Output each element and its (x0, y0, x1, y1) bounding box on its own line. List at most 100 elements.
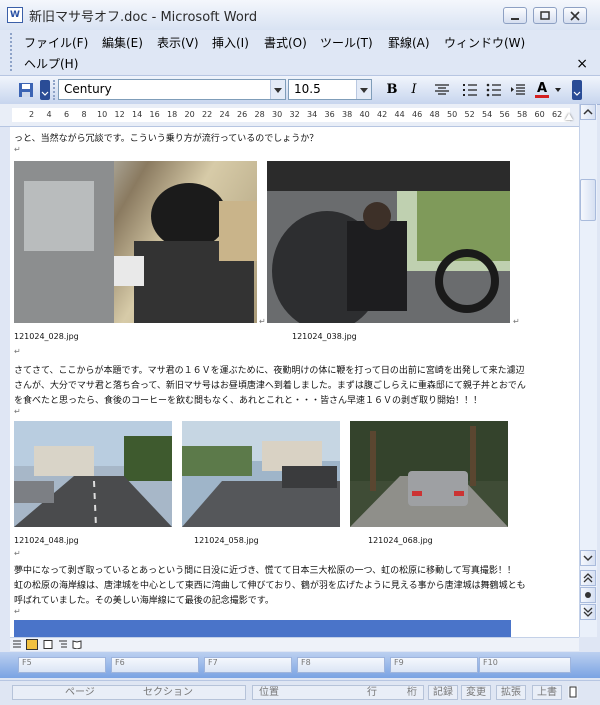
photo-road-motion-illustration (182, 421, 340, 527)
status-page: ページ (65, 687, 95, 698)
status-overwrite[interactable]: 上書 (532, 685, 562, 700)
fkey-f6[interactable]: F6 (111, 657, 199, 673)
vertical-scrollbar[interactable] (579, 104, 597, 637)
menu-view[interactable]: 表示(V) (157, 34, 199, 51)
indent-icon (511, 84, 525, 95)
fkey-f8[interactable]: F8 (297, 657, 385, 673)
fkey-f7[interactable]: F7 (204, 657, 292, 673)
font-name-combo[interactable]: Century (58, 79, 286, 100)
maximize-button[interactable] (533, 7, 557, 24)
ruler-number: 52 (464, 110, 475, 119)
minimize-button[interactable] (503, 7, 527, 24)
maximize-icon (540, 11, 550, 20)
fkey-f10[interactable]: F10 (479, 657, 571, 673)
ruler-number: 12 (114, 110, 125, 119)
ruler-number: 32 (289, 110, 300, 119)
print-layout-view-icon[interactable] (43, 640, 53, 649)
outline-view-icon[interactable] (58, 640, 68, 649)
font-color-swatch (535, 95, 549, 98)
minimize-icon (511, 18, 519, 20)
italic-button[interactable]: I (404, 80, 424, 100)
status-track-changes[interactable]: 変更 (461, 685, 491, 700)
paragraph3-line1: 夢中になって剥ぎ取っているとあっという間に日没に近づき、慌てて日本三大松原の一つ… (14, 566, 516, 576)
font-color-button[interactable]: A (532, 80, 552, 100)
ruler-number: 46 (412, 110, 423, 119)
numbered-list-button[interactable] (460, 80, 480, 100)
paragraph2-line1: さてさて、ここからが本題です。マサ君の１６Ｖを運ぶために、夜勤明けの体に鞭を打っ… (14, 366, 525, 376)
word-app-icon[interactable]: W (7, 7, 23, 23)
ruler-number: 58 (517, 110, 528, 119)
ruler-number: 10 (97, 110, 108, 119)
menu-grip (10, 33, 14, 71)
status-position-label: 位置 (259, 687, 279, 698)
font-size-dropdown-arrow[interactable] (356, 80, 371, 99)
scroll-thumb[interactable] (580, 179, 596, 221)
fkey-f5[interactable]: F5 (18, 657, 106, 673)
caption-048: 121024_048.jpg (14, 536, 79, 545)
caption-068: 121024_068.jpg (368, 536, 433, 545)
close-window-button[interactable] (563, 7, 587, 24)
paragraph-mark: ↵ (14, 407, 21, 416)
web-layout-view-icon[interactable] (26, 639, 38, 650)
normal-view-icon[interactable] (12, 640, 22, 649)
browse-object-button[interactable] (580, 587, 596, 603)
ruler-number: 18 (167, 110, 178, 119)
menu-tools[interactable]: ツール(T) (320, 34, 373, 51)
ruler-number: 26 (237, 110, 248, 119)
paragraph3-line2: 虹の松原の海岸線は、唐津城を中心として東西に湾曲して伸びており、鶴が羽を広げたよ… (14, 581, 526, 591)
ruler-number: 4 (46, 110, 52, 119)
menu-format[interactable]: 書式(O) (264, 34, 307, 51)
right-indent-marker[interactable] (565, 113, 573, 120)
status-record[interactable]: 記録 (428, 685, 458, 700)
ruler-number: 30 (272, 110, 283, 119)
ruler-number: 14 (132, 110, 143, 119)
photo-121024-038 (267, 161, 510, 323)
toolbar-overflow-button[interactable] (572, 80, 582, 100)
document-page[interactable]: っと、当然ながら冗談です。こういう乗り方が流行っているのでしょうか？ ↵ ↵ ↵… (10, 127, 579, 637)
menu-window[interactable]: ウィンドウ(W) (444, 34, 525, 51)
floppy-disk-icon (19, 83, 33, 97)
bullet-list-button[interactable] (484, 80, 504, 100)
status-spelling[interactable] (568, 686, 578, 699)
font-name-dropdown-arrow[interactable] (270, 80, 285, 99)
fkey-f9[interactable]: F9 (390, 657, 478, 673)
menu-table[interactable]: 罫線(A) (388, 34, 430, 51)
previous-page-button[interactable] (580, 570, 596, 586)
photo-street-illustration (14, 421, 172, 527)
toolbar-options-button[interactable] (40, 80, 50, 100)
arrow-down-icon (583, 555, 593, 562)
font-size-combo[interactable]: 10.5 (288, 79, 372, 100)
view-buttons-bar (10, 637, 579, 651)
font-color-dropdown-arrow[interactable] (555, 88, 561, 92)
paragraph2-line3: を食べたと思ったら、食後のコーヒーを飲む間もなく、あれとこれと・・・皆さん早速１… (14, 396, 483, 406)
status-page-section: ページ セクション (12, 685, 246, 700)
photo-car-interior-illustration (267, 161, 510, 323)
indent-button[interactable] (508, 80, 528, 100)
ruler-number: 50 (447, 110, 458, 119)
reading-view-icon[interactable] (72, 640, 82, 649)
window-title: 新旧マサ号オフ.doc - Microsoft Word (29, 10, 258, 25)
menu-help[interactable]: ヘルプ(H) (24, 55, 78, 72)
menu-file[interactable]: ファイル(F) (24, 34, 88, 51)
horizontal-ruler[interactable]: 2 4 6 8 10 12 14 16 18 20 22 24 26 28 30 32 34 36 38 40 42 44… (0, 104, 580, 127)
menu-edit[interactable]: 編集(E) (102, 34, 143, 51)
menu-insert[interactable]: 挿入(I) (212, 34, 249, 51)
photo-refuel-illustration (14, 161, 257, 323)
next-page-button[interactable] (580, 604, 596, 620)
toolbar-grip (53, 80, 57, 100)
font-size-value: 10.5 (294, 82, 321, 96)
ruler-number: 40 (359, 110, 370, 119)
numbered-list-icon (463, 84, 477, 96)
caption-028: 121024_028.jpg (14, 332, 79, 341)
photo-121024-058 (182, 421, 340, 527)
center-align-button[interactable] (432, 80, 452, 100)
save-button[interactable] (16, 80, 36, 100)
status-extend[interactable]: 拡張 (496, 685, 526, 700)
scroll-down-button[interactable] (580, 550, 596, 566)
bold-button[interactable]: B (382, 80, 402, 100)
photo-121024-028 (14, 161, 257, 323)
close-document-button[interactable]: × (576, 56, 588, 72)
ruler-number: 54 (482, 110, 493, 119)
ruler-number: 34 (307, 110, 318, 119)
scroll-up-button[interactable] (580, 104, 596, 120)
